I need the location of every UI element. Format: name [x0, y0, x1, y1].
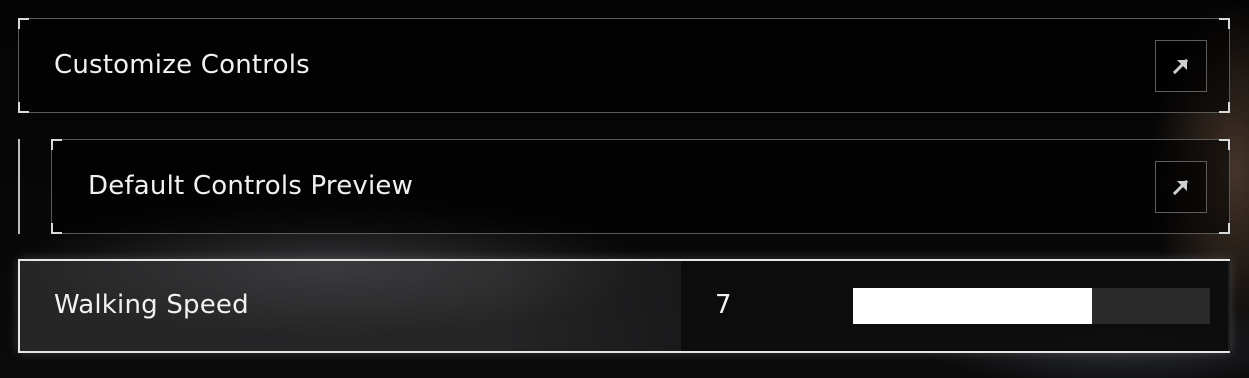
walking-speed-value: 7 — [715, 290, 732, 320]
corner-bracket — [51, 139, 62, 150]
walking-speed-slider[interactable] — [853, 288, 1210, 324]
default-controls-preview-open-button[interactable] — [1155, 161, 1207, 213]
corner-bracket — [18, 102, 29, 113]
corner-bracket — [18, 18, 29, 29]
walking-speed-row[interactable]: Walking Speed 7 — [18, 259, 1230, 353]
corner-bracket — [1219, 139, 1230, 150]
corner-bracket — [1219, 223, 1230, 234]
customize-controls-label: Customize Controls — [54, 50, 310, 80]
external-link-arrow-icon — [1172, 58, 1189, 75]
walking-speed-value-zone: 7 — [681, 261, 1230, 351]
corner-bracket — [1219, 102, 1230, 113]
walking-speed-label: Walking Speed — [54, 290, 249, 320]
sub-item-indent-bar — [18, 139, 20, 234]
walking-speed-slider-fill — [853, 288, 1093, 324]
customize-controls-open-button[interactable] — [1155, 40, 1207, 92]
default-controls-preview-label: Default Controls Preview — [88, 171, 414, 201]
default-controls-preview-row[interactable]: Default Controls Preview — [51, 139, 1230, 234]
corner-bracket — [1219, 18, 1230, 29]
external-link-arrow-icon — [1172, 179, 1189, 196]
customize-controls-row[interactable]: Customize Controls — [18, 18, 1230, 113]
corner-bracket — [51, 223, 62, 234]
settings-panel: Customize Controls Default Controls Prev… — [0, 0, 1249, 378]
